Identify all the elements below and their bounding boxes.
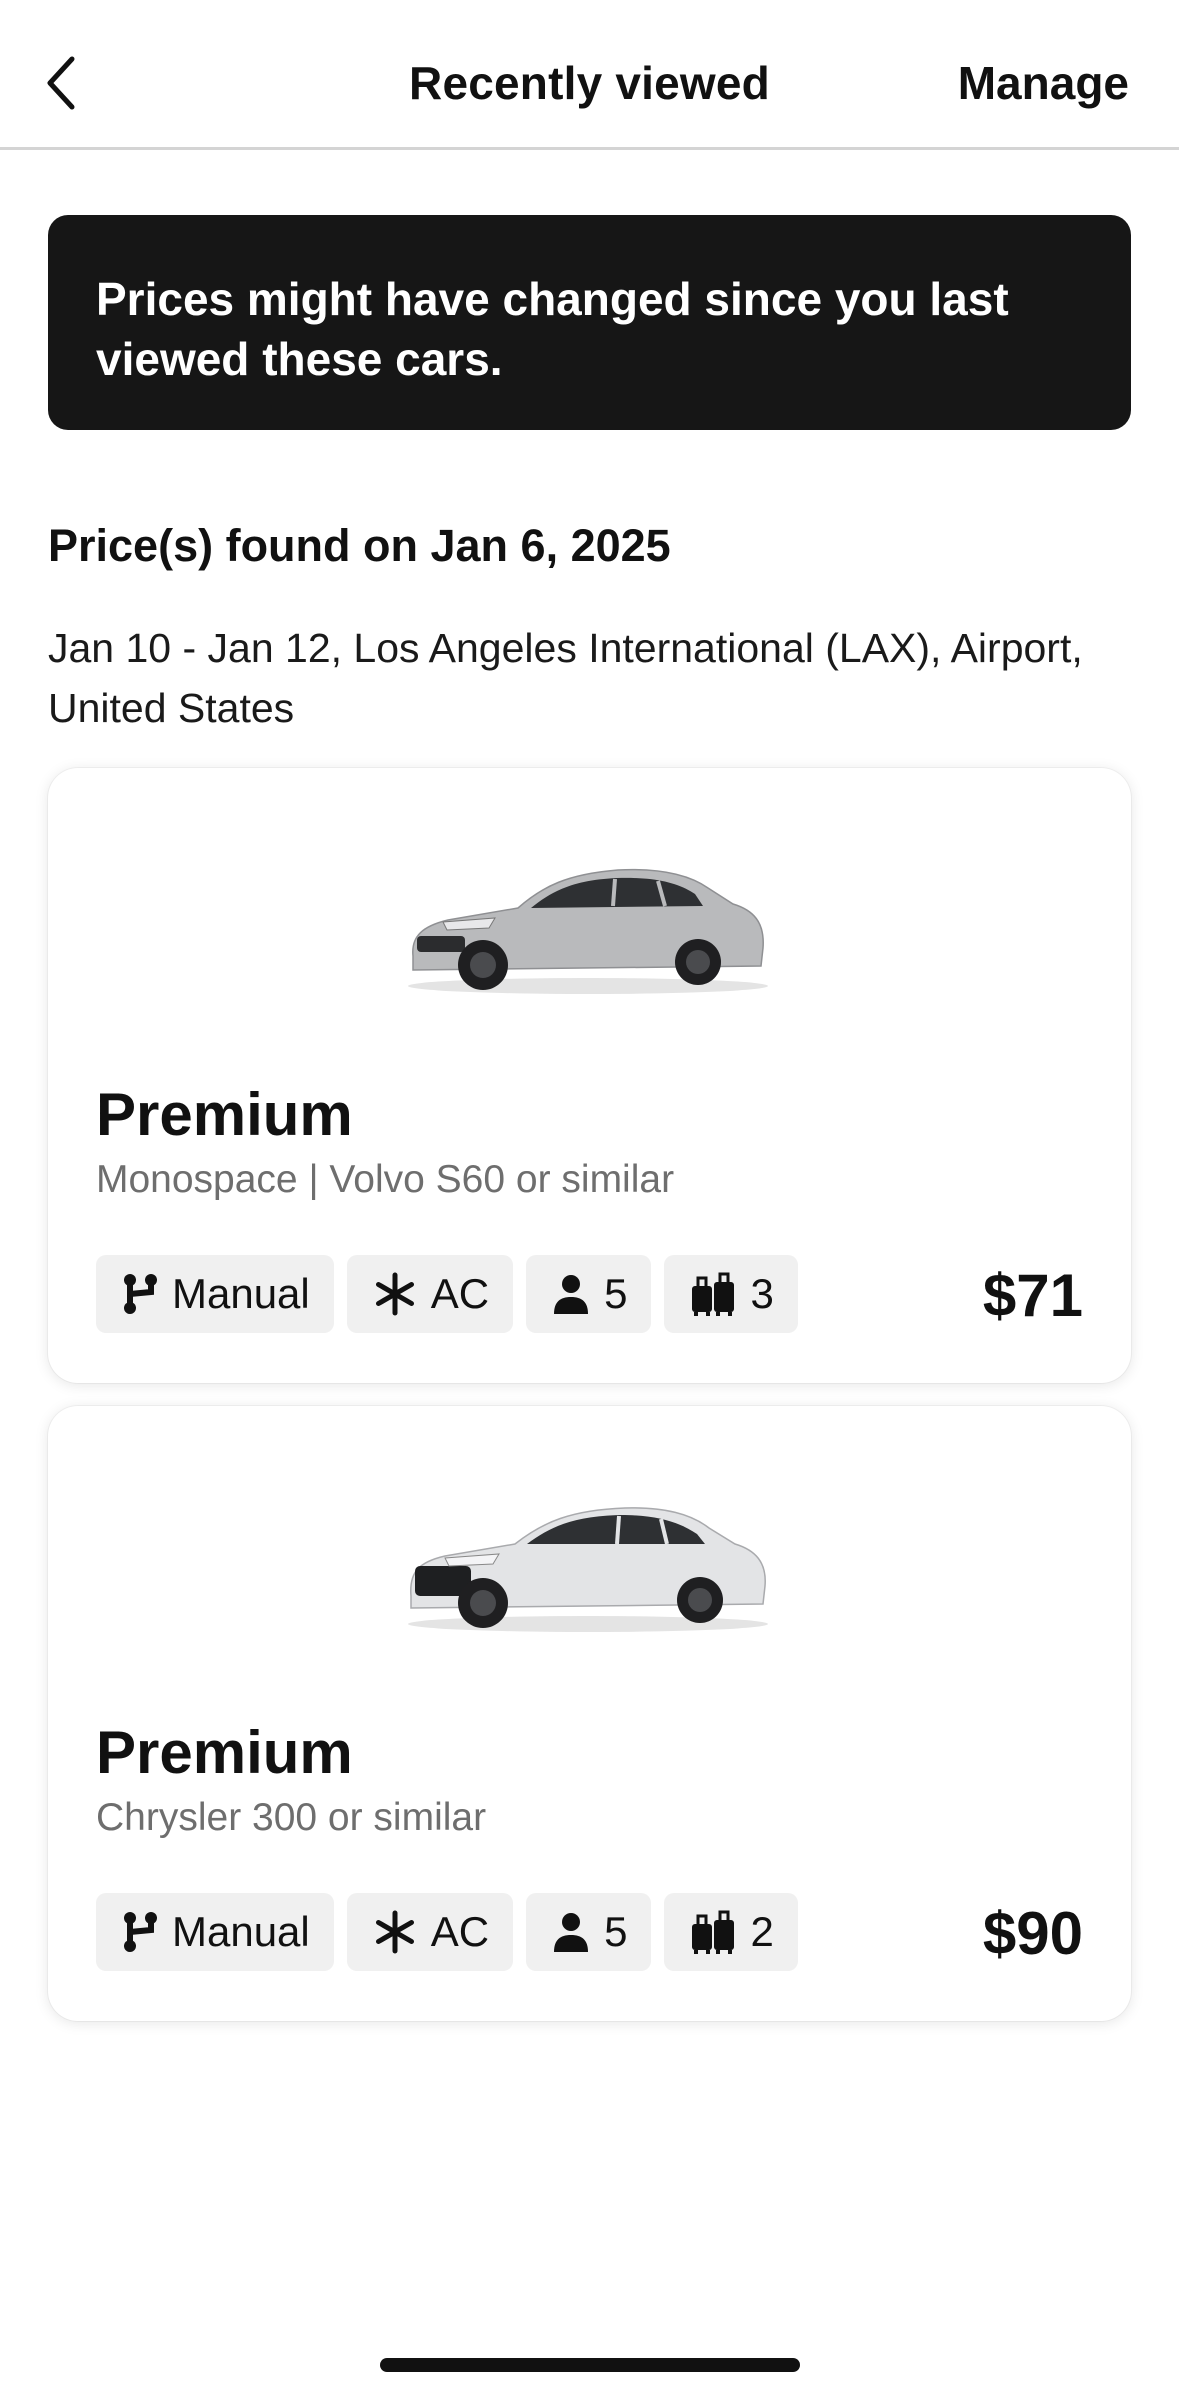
transmission-label: Manual — [172, 1908, 310, 1955]
recently-viewed-screen: Recently viewed Manage Prices might have… — [0, 0, 1179, 2396]
car-image — [408, 1507, 768, 1632]
price-found-date: Price(s) found on Jan 6, 2025 — [48, 520, 671, 571]
home-indicator[interactable] — [380, 2358, 800, 2372]
notice-text: Prices might have changed since you last… — [96, 273, 1009, 385]
transmission-chip: Manual — [96, 1893, 334, 1971]
snowflake-icon — [375, 1272, 414, 1316]
car-category: Premium — [96, 1081, 353, 1148]
car-model: Chrysler 300 or similar — [96, 1796, 487, 1839]
transmission-label: Manual — [172, 1270, 310, 1317]
bags-chip: 2 — [664, 1893, 798, 1971]
luggage-icon — [692, 1910, 735, 1954]
seats-chip: 5 — [526, 1893, 652, 1971]
car-price: $90 — [982, 1900, 1083, 1967]
manage-button[interactable]: Manage — [958, 56, 1129, 110]
transmission-chip: Manual — [96, 1255, 334, 1333]
person-icon — [554, 1913, 589, 1952]
car-image — [408, 868, 768, 994]
seats-count: 5 — [604, 1270, 628, 1317]
luggage-icon — [692, 1272, 735, 1316]
bags-count: 3 — [750, 1270, 774, 1317]
seats-count: 5 — [604, 1908, 628, 1955]
car-card[interactable]: Premium Monospace | Volvo S60 or similar… — [48, 768, 1131, 1383]
trip-details: Jan 10 - Jan 12, Los Angeles Internation… — [48, 625, 1083, 731]
car-model: Monospace | Volvo S60 or similar — [96, 1158, 675, 1201]
bags-chip: 3 — [664, 1255, 798, 1333]
car-price: $71 — [982, 1262, 1083, 1329]
feature-chips: Manual AC 5 — [96, 1255, 798, 1333]
seats-chip: 5 — [526, 1255, 652, 1333]
transmission-icon — [124, 1274, 157, 1314]
transmission-icon — [124, 1912, 157, 1952]
bags-count: 2 — [750, 1908, 774, 1955]
feature-chips: Manual AC 5 — [96, 1893, 798, 1971]
ac-chip: AC — [346, 1893, 514, 1971]
price-change-notice: Prices might have changed since you last… — [48, 215, 1131, 430]
car-card[interactable]: Premium Chrysler 300 or similar Manual A… — [48, 1406, 1131, 2021]
car-category: Premium — [96, 1719, 353, 1786]
ac-label: AC — [430, 1270, 490, 1317]
person-icon — [554, 1275, 589, 1314]
top-navigation-bar: Recently viewed Manage — [0, 0, 1179, 150]
ac-label: AC — [430, 1908, 490, 1955]
ac-chip: AC — [346, 1255, 514, 1333]
snowflake-icon — [375, 1910, 414, 1954]
